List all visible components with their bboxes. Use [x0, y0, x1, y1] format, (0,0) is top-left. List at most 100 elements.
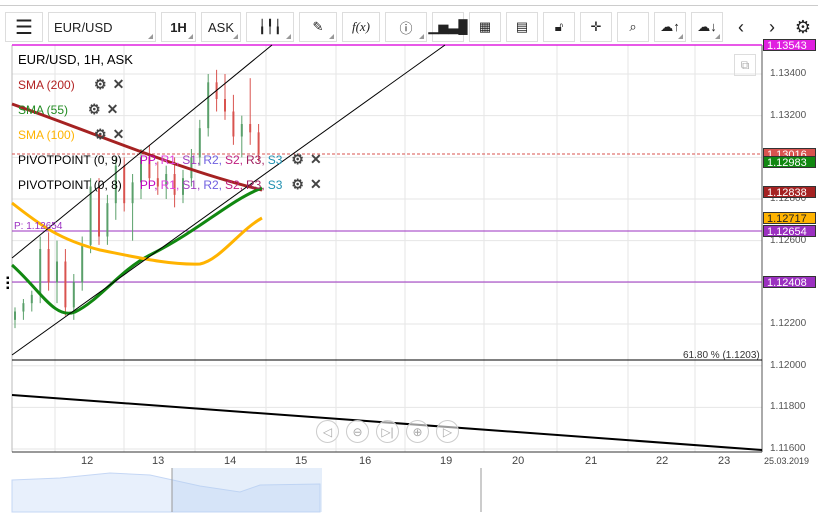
gear-icon[interactable]: ⚙ [94, 76, 107, 92]
candle-body [39, 249, 42, 295]
price-tick: 1.12000 [770, 359, 807, 371]
candle-body [81, 244, 84, 283]
pivot-part: R1, [160, 178, 180, 192]
candle-body [232, 111, 235, 137]
candle [14, 307, 16, 329]
pivot-part: R3, [246, 153, 265, 167]
grid [12, 45, 762, 452]
price-tag: 1.12654 [763, 225, 816, 238]
pivot-part: PP, [139, 178, 158, 192]
pivot-part: S3 [267, 178, 283, 192]
pivot-label: P: 1.12654 [14, 221, 63, 232]
candle-body [207, 82, 210, 129]
time-tick: 14 [224, 455, 237, 467]
gear-icon[interactable]: ⚙ [88, 101, 101, 117]
candle-body [106, 203, 109, 237]
candle-body [89, 186, 92, 245]
price-tick: 1.12200 [770, 318, 807, 330]
go-to-end-button[interactable]: ▷| [376, 420, 399, 443]
price-tag: 1.12838 [763, 186, 816, 199]
candle-body [56, 261, 58, 283]
gear-icon[interactable]: ⚙ [291, 176, 304, 192]
close-icon[interactable]: ✕ [113, 76, 125, 92]
zoom-out-button[interactable]: ⊖ [346, 420, 369, 443]
legend-indicator: SMA (55) ⚙ ✕ [18, 101, 118, 118]
time-tick: 23 [718, 455, 731, 467]
price-tag: 1.12717 [763, 212, 816, 225]
skip-end-icon: ▷| [381, 424, 394, 439]
pivot-part: R1, [160, 153, 180, 167]
chart-title: EUR/USD, 1H, ASK [18, 52, 133, 67]
time-tick: 20 [512, 455, 525, 467]
candle [64, 249, 67, 316]
pivot-part: S2, [225, 153, 244, 167]
pivot-part: R2, [203, 178, 222, 192]
candle [224, 74, 226, 120]
candle-body [47, 249, 50, 283]
popout-button[interactable]: ⧉ [734, 54, 756, 76]
candle-body [14, 311, 16, 320]
candle-body [30, 294, 33, 304]
price-tick: 1.13400 [770, 68, 807, 79]
triangle-right-icon: ▷ [442, 424, 453, 439]
candle [249, 78, 252, 145]
scroll-right-button[interactable]: ▷ [436, 420, 459, 443]
legend-indicator: SMA (100) ⚙ ✕ [18, 126, 124, 143]
time-tick: 12 [81, 455, 94, 467]
time-tick: 19 [440, 455, 453, 467]
candle-body [240, 124, 243, 137]
close-icon[interactable]: ✕ [310, 176, 322, 192]
price-tag: 1.12983 [763, 156, 816, 169]
date-label: 25.03.2019 [764, 456, 810, 466]
pivot-part: PP, [139, 153, 158, 167]
pivot-part: R2, [203, 153, 222, 167]
candle-body [72, 282, 75, 308]
drag-handle-icon[interactable]: ▪ ▪ ▪ [6, 274, 10, 294]
candle [22, 299, 25, 320]
indicator-label: SMA (200) [18, 78, 75, 92]
navigator-window[interactable] [172, 468, 322, 512]
legend-pivot: PIVOTPOINT (0, 8) PP, R1, S1, R2, S2, R3, S3 ⚙ ✕ [18, 176, 322, 193]
candle-body [224, 99, 226, 112]
pivot-part: S1, [182, 153, 201, 167]
close-icon[interactable]: ✕ [310, 151, 322, 167]
zoom-in-button[interactable]: ⊕ [406, 420, 429, 443]
close-icon[interactable]: ✕ [113, 126, 125, 142]
triangle-left-icon: ◁ [322, 424, 333, 439]
time-tick: 15 [295, 455, 308, 467]
gear-icon[interactable]: ⚙ [94, 126, 107, 142]
time-tick: 21 [585, 455, 598, 467]
price-tag: 1.13543 [763, 39, 816, 52]
zoom-in-icon: ⊕ [412, 424, 423, 439]
price-tick: 1.11600 [770, 443, 806, 455]
pivot-part: S2, [225, 178, 244, 192]
candle [106, 194, 109, 245]
price-tag: 1.12408 [763, 276, 816, 289]
legend-indicator: SMA (200) ⚙ ✕ [18, 76, 124, 93]
time-tick: 22 [656, 455, 669, 467]
time-tick: 16 [359, 455, 372, 467]
external-window-icon: ⧉ [740, 58, 750, 72]
pivot-indicator-label: PIVOTPOINT (0, 8) [18, 178, 122, 192]
close-icon[interactable]: ✕ [107, 101, 119, 117]
candle [56, 240, 58, 304]
time-tick: 13 [152, 455, 165, 467]
indicator-label: SMA (100) [18, 128, 75, 142]
gear-icon[interactable]: ⚙ [291, 151, 304, 167]
pivot-part: S1, [182, 178, 201, 192]
candle-body [249, 124, 252, 133]
candle-body [64, 261, 67, 308]
candle [232, 94, 235, 145]
indicator-label: SMA (55) [18, 103, 69, 117]
candle [30, 290, 33, 312]
pivot-indicator-label: PIVOTPOINT (0, 9) [18, 153, 122, 167]
candle-body [98, 186, 100, 237]
scroll-left-button[interactable]: ◁ [316, 420, 339, 443]
pivot-part: S3 [267, 153, 283, 167]
price-tick: 1.11800 [770, 401, 806, 413]
price-tick: 1.13200 [770, 109, 807, 121]
zoom-out-icon: ⊖ [352, 424, 363, 439]
legend-pivot: PIVOTPOINT (0, 9) PP, R1, S1, R2, S2, R3, S3 ⚙ ✕ [18, 151, 322, 168]
pivot-part: R3, [246, 178, 265, 192]
candle [207, 74, 210, 137]
